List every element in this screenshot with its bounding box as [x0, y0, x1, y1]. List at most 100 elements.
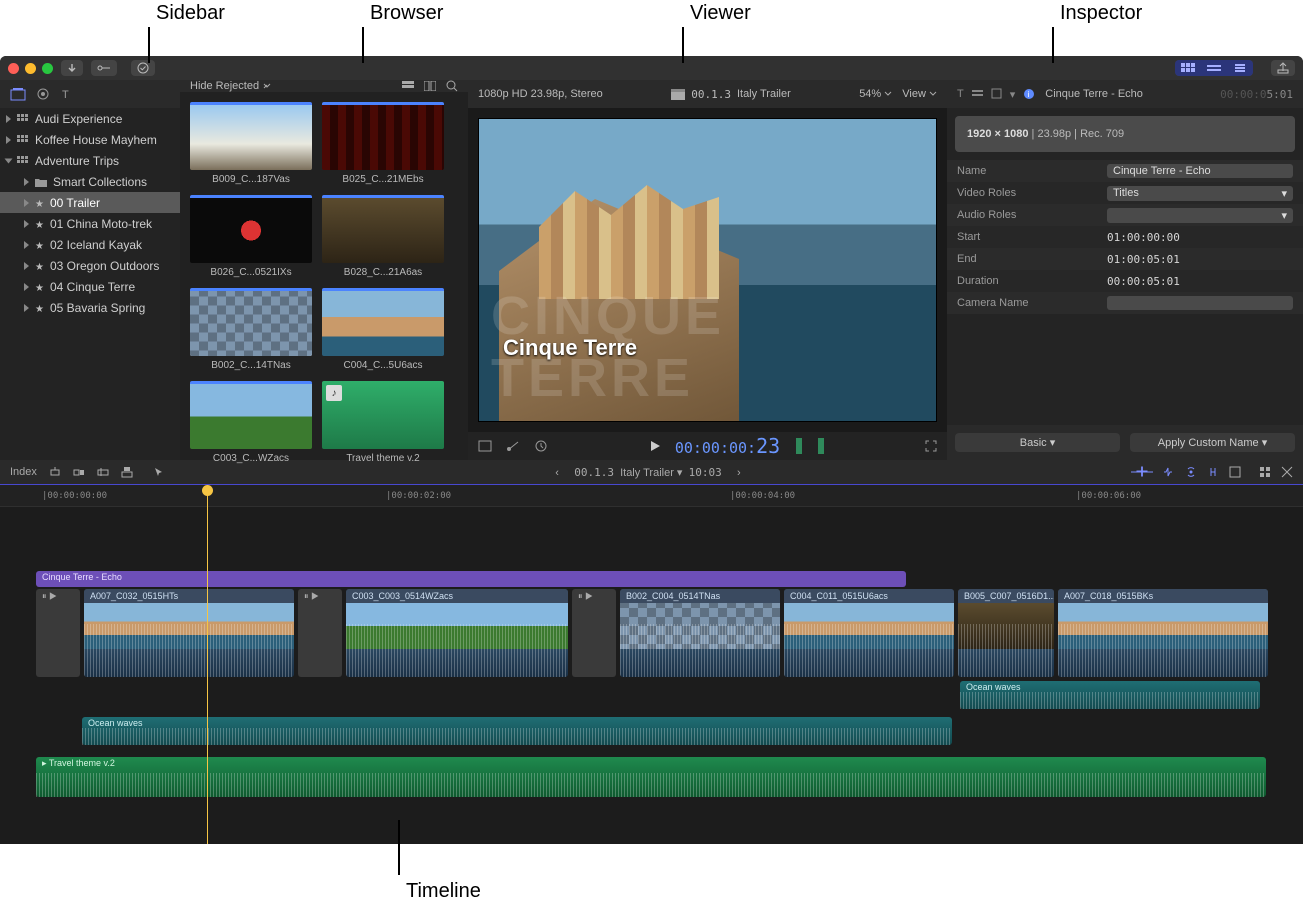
video-clip[interactable]: B002_C004_0514TNas: [620, 589, 780, 677]
zoom-dropdown[interactable]: 54%: [859, 88, 892, 100]
audio-roles-select[interactable]: ▾: [1107, 208, 1293, 223]
sidebar-item[interactable]: ★03 Oregon Outdoors: [0, 255, 180, 276]
import-button[interactable]: [61, 60, 83, 76]
music-clip[interactable]: ▸ Travel theme v.2: [36, 757, 1266, 797]
index-button[interactable]: Index: [10, 466, 37, 478]
video-clip[interactable]: A007_C032_0515HTs: [84, 589, 294, 677]
workspace-toggle[interactable]: [1175, 60, 1253, 76]
timeline[interactable]: | 00:00:00:00 | 00:00:02:00 | 00:00:04:0…: [0, 484, 1303, 844]
search-icon[interactable]: [446, 80, 458, 92]
share-inspector-icon[interactable]: ▾: [1010, 88, 1016, 101]
primary-storyline[interactable]: A007_C032_0515HTs C003_C003_0514WZacs B002…: [36, 589, 1268, 677]
video-clip[interactable]: C003_C003_0514WZacs: [346, 589, 568, 677]
close-window[interactable]: [8, 63, 19, 74]
solo-icon[interactable]: [1185, 466, 1197, 479]
audio-meter-r: [818, 438, 824, 454]
clip-thumbnail[interactable]: ♪Travel theme v.2: [322, 381, 444, 464]
inspector-pane-icon[interactable]: [1227, 60, 1253, 76]
clip-thumbnail[interactable]: B002_C...14TNas: [190, 288, 312, 371]
title-clip[interactable]: Cinque Terre - Echo: [36, 571, 906, 587]
clip-thumbnail[interactable]: B026_C...0521IXs: [190, 195, 312, 278]
clip-label: C003_C...WZacs: [190, 453, 312, 464]
app-window: T Audi ExperienceKoffee House Mayhem Adve…: [0, 56, 1303, 844]
playhead[interactable]: [207, 485, 208, 844]
sidebar-item-label: Adventure Trips: [35, 154, 119, 168]
svg-text:i: i: [1028, 90, 1030, 99]
clip-label: B026_C...0521IXs: [190, 267, 312, 278]
window-controls: [8, 63, 53, 74]
arrow-tool-icon[interactable]: [153, 466, 165, 478]
clip-label: Travel theme v.2: [322, 453, 444, 464]
clip-thumbnail[interactable]: C004_C...5U6acs: [322, 288, 444, 371]
inspector-toolbar: T ▾ i Cinque Terre - Echo 00:00:000:00:0…: [947, 80, 1303, 108]
gap-clip[interactable]: [572, 589, 616, 677]
metadata-view-dropdown[interactable]: Basic ▾: [955, 433, 1120, 452]
timeline-ruler[interactable]: | 00:00:00:00 | 00:00:02:00 | 00:00:04:0…: [0, 485, 1303, 507]
play-button[interactable]: [649, 440, 661, 452]
insert-icon[interactable]: [49, 466, 61, 478]
fullscreen-icon[interactable]: [925, 440, 937, 452]
sidebar-item[interactable]: ★05 Bavaria Spring: [0, 297, 180, 318]
video-inspector-icon[interactable]: [972, 88, 983, 101]
effects-browser-icon[interactable]: [1259, 466, 1271, 479]
sidebar-item[interactable]: Audi Experience: [0, 108, 180, 129]
sidebar-item[interactable]: ★04 Cinque Terre: [0, 276, 180, 297]
titles-icon[interactable]: T: [60, 87, 74, 101]
view-dropdown[interactable]: View: [902, 88, 937, 100]
apply-custom-name-dropdown[interactable]: Apply Custom Name ▾: [1130, 433, 1295, 452]
name-field[interactable]: Cinque Terre - Echo: [1107, 164, 1293, 178]
video-clip[interactable]: A007_C018_0515BKs: [1058, 589, 1268, 677]
snapping-icon[interactable]: [1207, 466, 1219, 479]
timecode-display[interactable]: 00:00:00:23: [675, 434, 780, 458]
sidebar-item-label: 05 Bavaria Spring: [50, 301, 145, 315]
background-tasks-button[interactable]: [131, 60, 155, 76]
retime-icon[interactable]: [534, 440, 548, 452]
filter-dropdown[interactable]: Hide Rejected: [190, 80, 271, 92]
sfx-clip-2[interactable]: Ocean waves: [82, 717, 952, 745]
transitions-browser-icon[interactable]: [1281, 466, 1293, 479]
text-inspector-icon[interactable]: T: [957, 88, 964, 101]
browser-pane-icon[interactable]: [1175, 60, 1201, 76]
sidebar-item[interactable]: ★00 Trailer: [0, 192, 180, 213]
gap-clip[interactable]: [36, 589, 80, 677]
minimize-window[interactable]: [25, 63, 36, 74]
clip-thumbnail[interactable]: B009_C...187Vas: [190, 102, 312, 185]
audio-skim-icon[interactable]: [1163, 466, 1175, 479]
viewer-canvas[interactable]: CINQUE TERRE Cinque Terre: [478, 118, 937, 422]
viewer-image-houses: [539, 179, 719, 299]
info-inspector-icon[interactable]: i: [1023, 88, 1035, 101]
transform-icon[interactable]: [478, 440, 492, 452]
zoom-window[interactable]: [42, 63, 53, 74]
sidebar-item[interactable]: Koffee House Mayhem: [0, 129, 180, 150]
clip-grid[interactable]: B009_C...187VasB025_C...21MEbs B026_C...0…: [180, 92, 468, 474]
color-icon[interactable]: [506, 440, 520, 452]
photos-icon[interactable]: [36, 87, 50, 101]
clip-thumbnail[interactable]: C003_C...WZacs: [190, 381, 312, 464]
timeline-title[interactable]: ‹ 00.1.3 Italy Trailer ▾ 10:03 ›: [177, 466, 1119, 479]
timeline-pane-icon[interactable]: [1201, 60, 1227, 76]
sfx-clip-1[interactable]: Ocean waves: [960, 681, 1260, 709]
skimming-icon[interactable]: ⎯╋⎯: [1131, 466, 1153, 479]
video-clip[interactable]: B005_C007_0516D1...: [958, 589, 1054, 677]
connect-icon[interactable]: [121, 466, 133, 478]
sidebar-item[interactable]: ★02 Iceland Kayak: [0, 234, 180, 255]
keyword-button[interactable]: [91, 60, 117, 76]
clip-thumbnail[interactable]: B025_C...21MEbs: [322, 102, 444, 185]
append-icon[interactable]: [73, 466, 85, 478]
filmstrip-icon[interactable]: [424, 81, 436, 91]
library-list[interactable]: Audi ExperienceKoffee House Mayhem Advent…: [0, 108, 180, 460]
generator-inspector-icon[interactable]: [991, 88, 1002, 101]
clip-appearance-icon[interactable]: [402, 81, 414, 91]
sidebar-item[interactable]: Smart Collections: [0, 171, 180, 192]
clip-thumbnail[interactable]: B028_C...21A6as: [322, 195, 444, 278]
camera-name-field[interactable]: [1107, 296, 1293, 310]
gap-clip[interactable]: [298, 589, 342, 677]
video-clip[interactable]: C004_C011_0515U6acs: [784, 589, 954, 677]
video-roles-select[interactable]: Titles▾: [1107, 186, 1293, 201]
sidebar-item[interactable]: ★01 China Moto-trek: [0, 213, 180, 234]
overwrite-icon[interactable]: [97, 466, 109, 478]
share-button[interactable]: [1271, 60, 1295, 76]
libraries-icon[interactable]: [10, 87, 26, 101]
timeline-appearance-icon[interactable]: [1229, 466, 1241, 479]
sidebar-item[interactable]: Adventure Trips: [0, 150, 180, 171]
